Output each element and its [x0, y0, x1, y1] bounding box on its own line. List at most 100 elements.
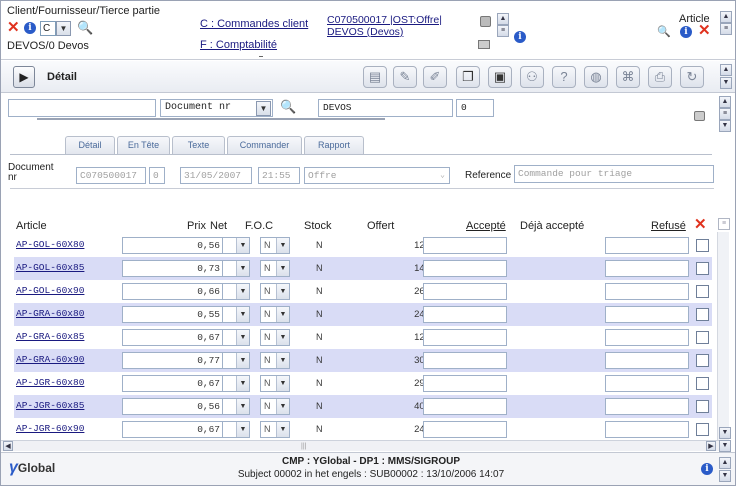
party-code-select[interactable]: C ▼: [40, 21, 71, 36]
col-refuse-link[interactable]: Refusé: [651, 220, 686, 232]
filter-input[interactable]: [8, 99, 156, 117]
refuse-input[interactable]: [605, 421, 689, 438]
chevron-down-icon[interactable]: ▼: [236, 353, 249, 368]
attach-icon[interactable]: ⌘: [616, 66, 640, 88]
foc-select[interactable]: N ▼: [260, 421, 290, 438]
accepte-input[interactable]: [423, 260, 507, 277]
refuse-input[interactable]: [605, 375, 689, 392]
chevron-down-icon[interactable]: ▼: [236, 422, 249, 437]
net-select[interactable]: ▼: [222, 398, 250, 415]
article-link[interactable]: AP-GOL-60x90: [16, 285, 84, 296]
prix-input[interactable]: 0,66: [122, 283, 224, 300]
article-link[interactable]: AP-JGR-60x80: [16, 377, 84, 388]
row-checkbox[interactable]: [696, 354, 709, 367]
chevron-down-icon[interactable]: ▼: [276, 307, 289, 322]
accepte-input[interactable]: [423, 352, 507, 369]
copy-icon[interactable]: ❐: [456, 66, 480, 88]
filter-value-field[interactable]: DEVOS: [318, 99, 453, 117]
net-select[interactable]: ▼: [222, 352, 250, 369]
scroll-up-icon[interactable]: ▲: [719, 96, 731, 108]
chevron-down-icon[interactable]: ▼: [276, 284, 289, 299]
net-select[interactable]: ▼: [222, 421, 250, 438]
refuse-input[interactable]: [605, 283, 689, 300]
row-checkbox[interactable]: [696, 331, 709, 344]
prix-input[interactable]: 0,56: [122, 237, 224, 254]
accepte-input[interactable]: [423, 237, 507, 254]
scroll-up-icon[interactable]: ▲: [497, 13, 509, 25]
accepte-input[interactable]: [423, 375, 507, 392]
reference-field[interactable]: Commande pour triage: [514, 165, 714, 183]
net-select[interactable]: ▼: [222, 375, 250, 392]
list-icon[interactable]: ≡: [718, 218, 730, 230]
scroll-down-icon[interactable]: ▼: [720, 77, 732, 89]
scroll-up-icon[interactable]: ▲: [719, 457, 731, 469]
tab-rapport[interactable]: Rapport: [304, 136, 364, 154]
row-checkbox[interactable]: [696, 308, 709, 321]
article-link[interactable]: AP-GOL-60X80: [16, 239, 84, 250]
tab-en-tete[interactable]: En Tête: [117, 136, 170, 154]
row-checkbox[interactable]: [696, 423, 709, 436]
document-date-field[interactable]: 31/05/2007: [180, 167, 252, 184]
document-number-field[interactable]: C070500017: [76, 167, 146, 184]
row-checkbox[interactable]: [696, 262, 709, 275]
article-link[interactable]: AP-GRA-60x90: [16, 354, 84, 365]
foc-select[interactable]: N ▼: [260, 375, 290, 392]
vertical-scrollbar[interactable]: [717, 232, 729, 440]
chevron-down-icon[interactable]: ▼: [276, 422, 289, 437]
refresh-icon[interactable]: ↻: [680, 66, 704, 88]
foc-select[interactable]: N ▼: [260, 398, 290, 415]
scroll-down-icon[interactable]: ▼: [719, 120, 731, 132]
foc-select[interactable]: N ▼: [260, 283, 290, 300]
edit-icon[interactable]: ✎: [393, 66, 417, 88]
horizontal-scrollbar[interactable]: ◀ ||| ▶: [1, 440, 720, 451]
chevron-down-icon[interactable]: ▼: [276, 261, 289, 276]
list-icon[interactable]: ≡: [720, 23, 732, 35]
pencil-icon[interactable]: ✐: [423, 66, 447, 88]
print-icon[interactable]: ⎙: [648, 66, 672, 88]
accepte-input[interactable]: [423, 283, 507, 300]
scroll-grip-icon[interactable]: |||: [301, 443, 306, 450]
refuse-input[interactable]: [605, 398, 689, 415]
save-icon[interactable]: ▣: [488, 66, 512, 88]
search-icon[interactable]: 🔍: [77, 20, 93, 36]
net-select[interactable]: ▼: [222, 260, 250, 277]
scroll-up-icon[interactable]: ▲: [720, 11, 732, 23]
chevron-down-icon[interactable]: ▼: [56, 21, 71, 36]
document-suffix-field[interactable]: 0: [149, 167, 165, 184]
info-icon[interactable]: i: [24, 22, 36, 34]
filter-count-field[interactable]: 0: [456, 99, 494, 117]
chevron-down-icon[interactable]: ▼: [236, 284, 249, 299]
chevron-down-icon[interactable]: ▼: [236, 376, 249, 391]
document-status-select[interactable]: Offre ⌄: [304, 167, 450, 184]
chevron-down-icon[interactable]: ▼: [236, 307, 249, 322]
prix-input[interactable]: 0,67: [122, 329, 224, 346]
scroll-right-icon[interactable]: ▶: [706, 441, 716, 451]
list-icon[interactable]: ≡: [719, 108, 731, 120]
chevron-down-icon[interactable]: ▼: [236, 238, 249, 253]
info-icon[interactable]: i: [701, 463, 713, 475]
refuse-input[interactable]: [605, 329, 689, 346]
scroll-up-icon[interactable]: ▲: [720, 64, 732, 76]
net-select[interactable]: ▼: [222, 237, 250, 254]
document-time-field[interactable]: 21:55: [258, 167, 300, 184]
document-icon[interactable]: ▤: [363, 66, 387, 88]
article-link[interactable]: AP-JGR-60x90: [16, 423, 84, 434]
scroll-left-icon[interactable]: ◀: [3, 441, 13, 451]
delete-icon[interactable]: ✕: [698, 23, 711, 38]
list-icon[interactable]: ≡: [497, 25, 509, 37]
row-checkbox[interactable]: [696, 239, 709, 252]
chevron-down-icon[interactable]: ▼: [276, 238, 289, 253]
users-icon[interactable]: ⚇: [520, 66, 544, 88]
tab-texte[interactable]: Texte: [172, 136, 225, 154]
info-icon[interactable]: i: [514, 31, 526, 43]
row-checkbox[interactable]: [696, 400, 709, 413]
chevron-down-icon[interactable]: ▼: [276, 353, 289, 368]
net-select[interactable]: ▼: [222, 329, 250, 346]
chevron-down-icon[interactable]: ▼: [236, 399, 249, 414]
search-icon[interactable]: 🔍: [280, 99, 296, 115]
chevron-down-icon[interactable]: ▼: [276, 330, 289, 345]
help-icon[interactable]: ?: [552, 66, 576, 88]
article-link[interactable]: AP-GRA-60x80: [16, 308, 84, 319]
chevron-down-icon[interactable]: ▼: [276, 399, 289, 414]
foc-select[interactable]: N ▼: [260, 306, 290, 323]
